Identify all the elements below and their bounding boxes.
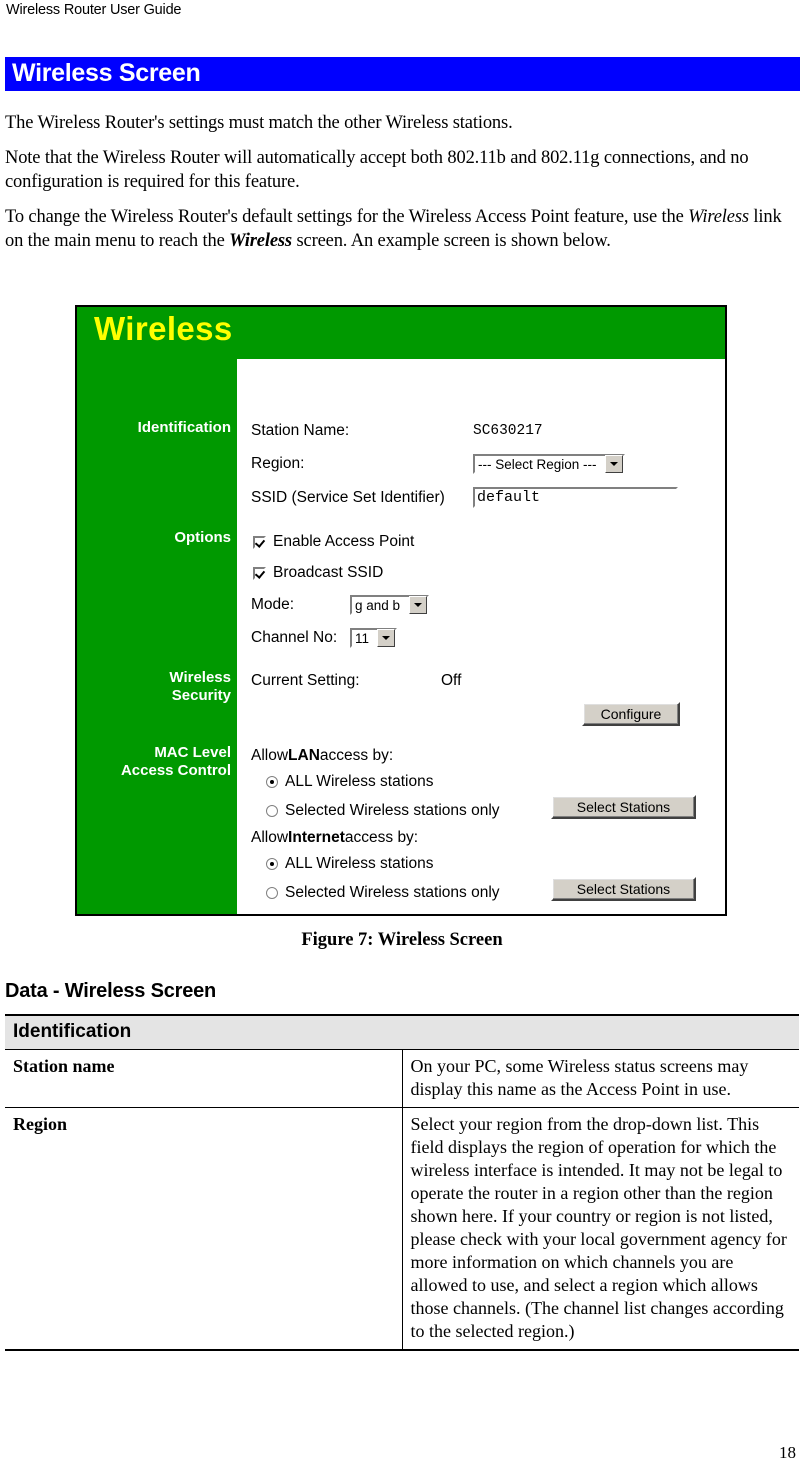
section-label-wireless-security: Wireless Security xyxy=(169,669,231,705)
internet-select-stations-label: Select Stations xyxy=(576,881,671,897)
station-name-value: SC630217 xyxy=(473,423,543,439)
table-row: Region Select your region from the drop-… xyxy=(5,1107,799,1351)
lan-all-stations-option[interactable]: ALL Wireless stations xyxy=(266,773,433,791)
channel-select-value: 11 xyxy=(355,630,370,646)
current-setting-row: Current Setting: Off xyxy=(251,672,461,690)
configure-button[interactable]: Configure xyxy=(582,702,680,726)
internet-access-heading-part-a: Allow xyxy=(251,829,289,846)
mode-label: Mode: xyxy=(251,596,295,613)
channel-label: Channel No: xyxy=(251,629,338,646)
broadcast-ssid-checkbox[interactable] xyxy=(253,566,266,580)
chevron-down-icon[interactable] xyxy=(605,455,623,473)
internet-selected-stations-label: Selected Wireless stations only xyxy=(285,884,500,901)
internet-selected-stations-option[interactable]: Selected Wireless stations only xyxy=(266,884,500,902)
intro-paragraph-1: The Wireless Router's settings must matc… xyxy=(5,113,513,133)
router-banner-title: Wireless xyxy=(94,310,233,347)
current-setting-value: Off xyxy=(441,672,462,689)
section-label-mac-line1: MAC Level xyxy=(154,744,231,761)
ssid-input[interactable]: default xyxy=(473,487,678,508)
chapter-title-bar: Wireless Screen xyxy=(5,57,800,91)
lan-all-stations-label: ALL Wireless stations xyxy=(285,773,434,790)
ssid-row: SSID (Service Set Identifier) default xyxy=(251,487,678,508)
table-row-value: On your PC, some Wireless status screens… xyxy=(402,1049,799,1108)
region-select[interactable]: --- Select Region --- xyxy=(473,454,625,474)
broadcast-ssid-option[interactable]: Broadcast SSID xyxy=(253,564,383,582)
ssid-label: SSID (Service Set Identifier) xyxy=(251,488,445,506)
router-admin-screen: Wireless Identification Options Wireless… xyxy=(75,305,727,916)
internet-all-stations-radio[interactable] xyxy=(266,858,278,870)
channel-row: Channel No: 11 xyxy=(251,628,397,648)
intro-p3-bolditalic-wireless: Wireless xyxy=(229,231,292,251)
region-label: Region: xyxy=(251,455,305,472)
chevron-down-icon[interactable] xyxy=(377,629,395,647)
internet-selected-stations-radio[interactable] xyxy=(266,887,278,899)
table-row-key: Station name xyxy=(5,1049,403,1108)
mode-row: Mode: g and b xyxy=(251,595,429,615)
lan-select-stations-button[interactable]: Select Stations xyxy=(551,795,696,819)
figure-caption: Figure 7: Wireless Screen xyxy=(301,930,503,950)
wireless-screen-figure: Wireless Identification Options Wireless… xyxy=(75,305,727,916)
mode-select-value: g and b xyxy=(355,597,401,613)
intro-paragraph-2: Note that the Wireless Router will autom… xyxy=(5,148,749,192)
mode-select[interactable]: g and b xyxy=(350,595,429,615)
router-section-sidebar: Identification Options Wireless Security… xyxy=(77,359,237,914)
section-label-options: Options xyxy=(174,529,231,546)
internet-access-heading-bold: Internet xyxy=(288,829,345,846)
lan-all-stations-radio[interactable] xyxy=(266,776,278,788)
table-row: Station name On your PC, some Wireless s… xyxy=(5,1049,799,1108)
table-row-key: Region xyxy=(5,1107,403,1351)
lan-selected-stations-label: Selected Wireless stations only xyxy=(285,802,500,819)
intro-paragraphs: The Wireless Router's settings must matc… xyxy=(5,111,804,253)
router-banner: Wireless xyxy=(77,307,725,359)
running-header: Wireless Router User Guide xyxy=(6,2,182,18)
table-section-row: Identification xyxy=(5,1014,799,1050)
internet-all-stations-option[interactable]: ALL Wireless stations xyxy=(266,855,433,873)
page-title: Wireless Screen xyxy=(12,59,201,87)
section-label-wireless-security-line1: Wireless xyxy=(169,669,231,686)
enable-access-point-checkbox[interactable] xyxy=(253,535,266,549)
lan-select-stations-label: Select Stations xyxy=(576,799,671,815)
channel-select[interactable]: 11 xyxy=(350,628,397,648)
internet-access-heading-part-b: access by: xyxy=(344,829,419,846)
lan-selected-stations-option[interactable]: Selected Wireless stations only xyxy=(266,802,500,820)
section-label-mac-access-control: MAC Level Access Control xyxy=(121,744,231,780)
enable-access-point-label: Enable Access Point xyxy=(273,533,415,550)
internet-access-heading: Allow Internet access by: xyxy=(251,829,418,847)
page-number: 18 xyxy=(779,1443,796,1462)
ssid-input-value: default xyxy=(477,489,541,506)
station-name-label: Station Name: xyxy=(251,422,350,439)
chevron-down-icon[interactable] xyxy=(409,596,427,614)
router-body: Identification Options Wireless Security… xyxy=(77,359,725,914)
table-row-value: Select your region from the drop-down li… xyxy=(402,1107,799,1351)
intro-p3-italic-wireless: Wireless xyxy=(688,207,749,227)
intro-paragraph-3: To change the Wireless Router's default … xyxy=(5,205,804,253)
lan-access-heading-part-b: access by: xyxy=(319,747,394,764)
section-label-identification: Identification xyxy=(137,419,231,436)
wireless-data-table: Identification Station name On your PC, … xyxy=(5,1014,799,1351)
intro-p3-part-c: screen. An example screen is shown below… xyxy=(291,231,611,251)
internet-select-stations-button[interactable]: Select Stations xyxy=(551,877,696,901)
intro-p3-part-a: To change the Wireless Router's default … xyxy=(5,207,689,227)
section-label-mac-line2: Access Control xyxy=(120,762,231,779)
broadcast-ssid-label: Broadcast SSID xyxy=(273,564,384,581)
section-label-wireless-security-line2: Security xyxy=(171,687,231,704)
current-setting-label: Current Setting: xyxy=(251,672,360,689)
internet-all-stations-label: ALL Wireless stations xyxy=(285,855,434,872)
router-form-panel: Station Name: SC630217 Region: --- Selec… xyxy=(237,359,725,914)
region-row: Region: --- Select Region --- xyxy=(251,454,625,474)
lan-access-heading-bold: LAN xyxy=(288,747,320,764)
lan-access-heading: Allow LAN access by: xyxy=(251,747,393,765)
region-select-value: --- Select Region --- xyxy=(478,456,597,472)
data-section-heading: Data - Wireless Screen xyxy=(5,980,217,1002)
table-section-label: Identification xyxy=(5,1014,799,1050)
lan-access-heading-part-a: Allow xyxy=(251,747,289,764)
station-name-row: Station Name: SC630217 xyxy=(251,422,543,440)
lan-selected-stations-radio[interactable] xyxy=(266,805,278,817)
enable-access-point-option[interactable]: Enable Access Point xyxy=(253,533,414,551)
configure-button-label: Configure xyxy=(600,706,662,722)
